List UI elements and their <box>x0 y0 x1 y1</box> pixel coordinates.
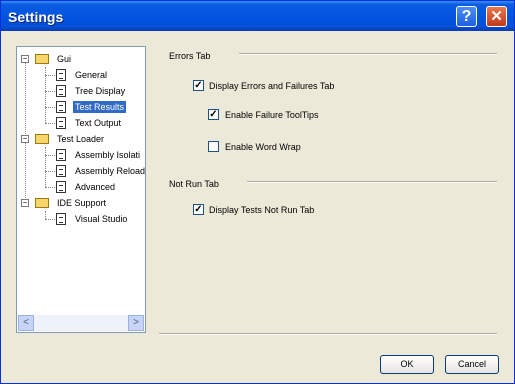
document-icon <box>56 85 66 97</box>
tree-node-general[interactable]: General <box>73 68 109 82</box>
tree-horizontal-scrollbar[interactable]: < > <box>18 315 144 331</box>
folder-open-icon <box>35 198 49 208</box>
tree-connector-line <box>45 187 55 188</box>
collapse-icon[interactable]: − <box>21 55 29 63</box>
tree-node-text-output[interactable]: Text Output <box>73 116 123 130</box>
folder-open-icon <box>35 134 49 144</box>
errors-tab-heading: Errors Tab <box>169 51 211 61</box>
help-icon: ? <box>461 8 472 25</box>
tree-connector-line <box>45 211 46 219</box>
scroll-left-button[interactable]: < <box>18 315 34 331</box>
tree-node-tree-display[interactable]: Tree Display <box>73 84 127 98</box>
tree-connector-line <box>45 219 55 220</box>
document-icon <box>56 213 66 225</box>
tree-connector-line <box>45 91 55 92</box>
tree-node-assembly-reload[interactable]: Assembly Reload <box>73 164 147 178</box>
cancel-button[interactable]: Cancel <box>445 355 499 374</box>
tree-connector-line <box>45 75 55 76</box>
tree-node-gui[interactable]: Gui <box>55 52 73 66</box>
tree-node-test-loader[interactable]: Test Loader <box>55 132 106 146</box>
section-divider <box>239 53 497 55</box>
chevron-left-icon: < <box>23 317 29 328</box>
document-icon <box>56 117 66 129</box>
tree-node-test-results[interactable]: Test Results <box>73 100 127 114</box>
help-button[interactable]: ? <box>456 6 477 27</box>
dialog-title: Settings <box>8 9 64 25</box>
tree-node-ide-support[interactable]: IDE Support <box>55 196 108 210</box>
document-icon <box>56 149 66 161</box>
document-icon <box>56 181 66 193</box>
tree-connector-line <box>25 60 26 206</box>
tree-node-visual-studio[interactable]: Visual Studio <box>73 212 129 226</box>
collapse-icon[interactable]: − <box>21 135 29 143</box>
tree-node-advanced[interactable]: Advanced <box>73 180 117 194</box>
scroll-right-button[interactable]: > <box>128 315 144 331</box>
not-run-tab-heading: Not Run Tab <box>169 179 219 189</box>
tree-connector-line <box>45 171 55 172</box>
word-wrap-checkbox[interactable] <box>208 141 219 152</box>
settings-tree[interactable]: − Gui General Tree Display Test Results … <box>16 46 146 333</box>
word-wrap-label: Enable Word Wrap <box>225 142 301 152</box>
display-not-run-checkbox[interactable]: ✓ <box>193 204 204 215</box>
document-icon <box>56 165 66 177</box>
document-icon <box>56 101 66 113</box>
tree-connector-line <box>45 123 55 124</box>
ok-button[interactable]: OK <box>380 355 434 374</box>
collapse-icon[interactable]: − <box>21 199 29 207</box>
failure-tooltips-label: Enable Failure ToolTips <box>225 110 319 120</box>
title-bar[interactable]: Settings ? ✕ <box>1 1 514 31</box>
display-not-run-label: Display Tests Not Run Tab <box>209 205 315 215</box>
settings-dialog: Settings ? ✕ − Gui General Tree Display … <box>0 0 515 384</box>
tree-connector-line <box>45 155 55 156</box>
failure-tooltips-checkbox[interactable]: ✓ <box>208 109 219 120</box>
folder-open-icon <box>35 54 49 64</box>
chevron-right-icon: > <box>133 317 139 328</box>
tree-connector-line <box>45 147 46 187</box>
tree-node-assembly-isolation[interactable]: Assembly Isolati <box>73 148 142 162</box>
section-divider <box>247 181 497 183</box>
tree-connector-line <box>45 107 55 108</box>
footer-divider <box>159 333 497 335</box>
display-errors-checkbox[interactable]: ✓ <box>193 80 204 91</box>
display-errors-label: Display Errors and Failures Tab <box>209 81 335 91</box>
close-button[interactable]: ✕ <box>486 6 507 27</box>
close-icon: ✕ <box>490 8 503 25</box>
document-icon <box>56 69 66 81</box>
